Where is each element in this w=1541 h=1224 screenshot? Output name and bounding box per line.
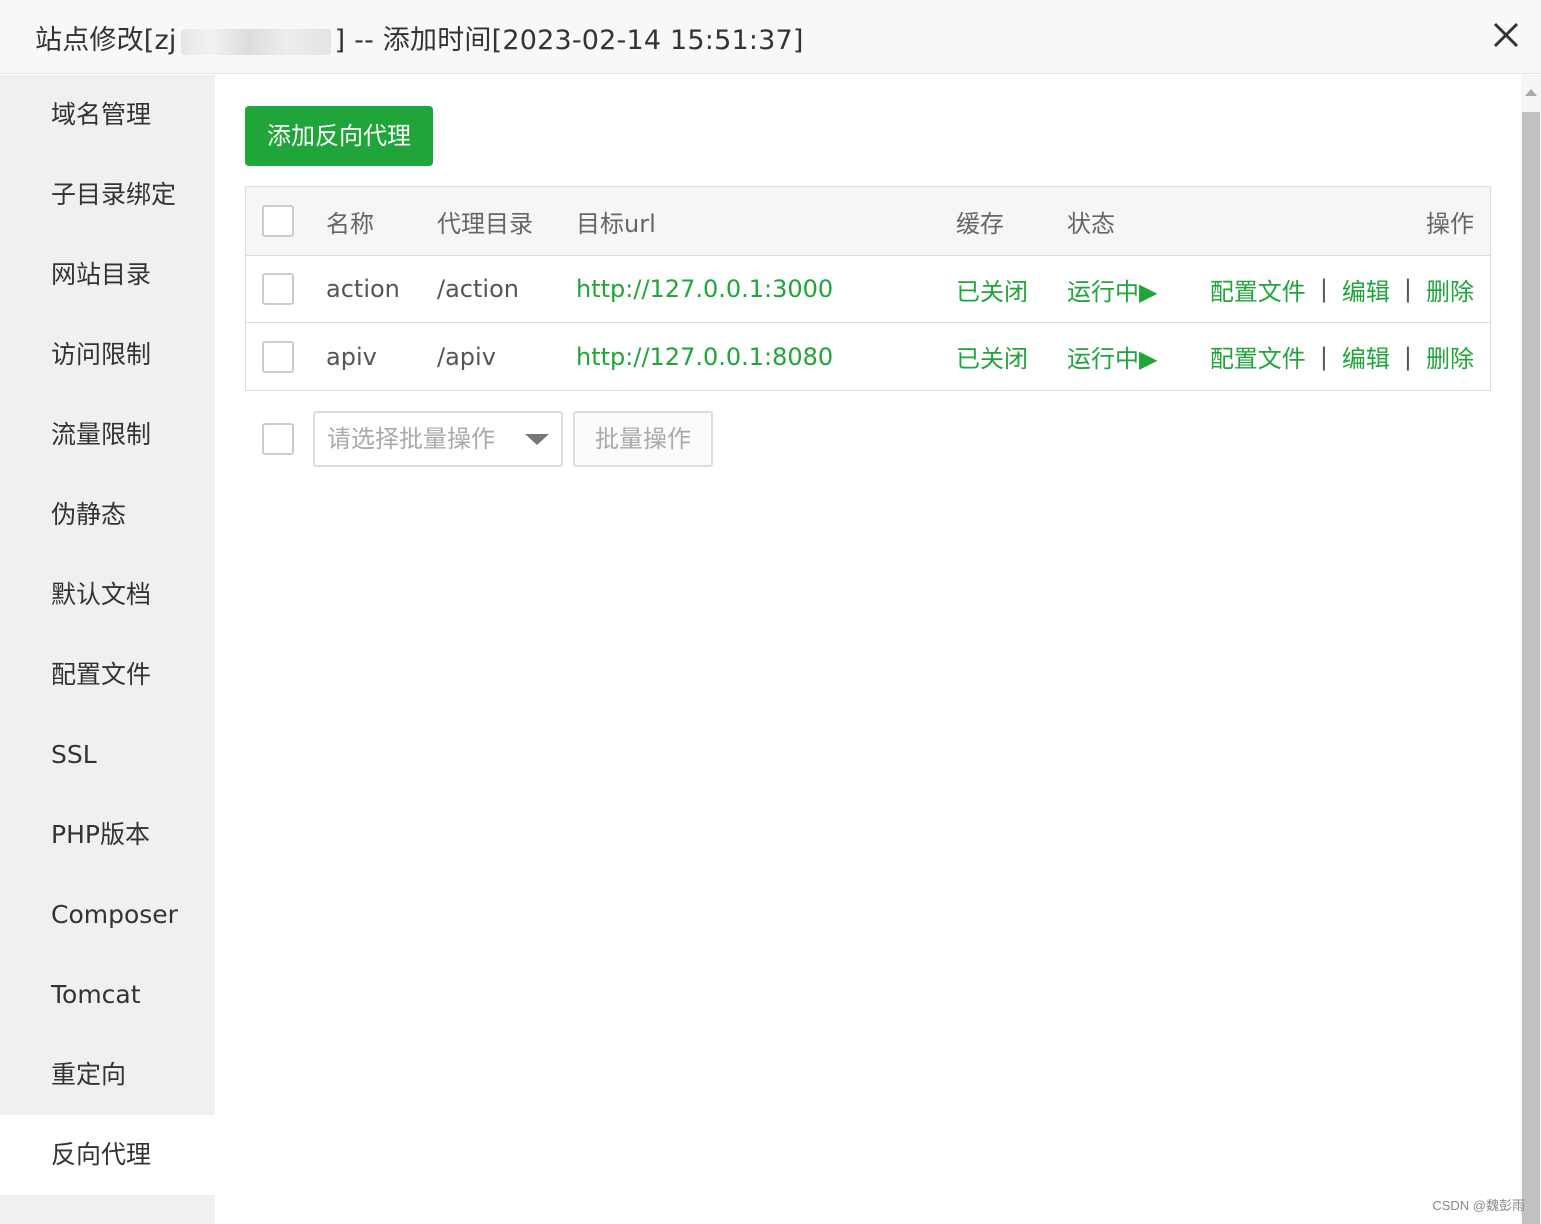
chevron-down-icon	[525, 434, 549, 445]
scroll-up-arrow-icon[interactable]	[1525, 89, 1537, 96]
row-checkbox[interactable]	[262, 340, 294, 373]
delete-link[interactable]: 删除	[1426, 272, 1474, 307]
vertical-scrollbar[interactable]	[1521, 75, 1541, 1224]
ops-separator: |	[1403, 342, 1412, 371]
row-name: action	[326, 275, 400, 303]
batch-toolbar: 请选择批量操作 批量操作	[262, 411, 722, 467]
sidebar-item-tomcat[interactable]: Tomcat	[0, 955, 215, 1035]
row-status-toggle[interactable]: 运行中▶	[1067, 256, 1157, 322]
table-row: action /action http://127.0.0.1:3000 已关闭…	[246, 256, 1490, 323]
sidebar-item-subdir-binding[interactable]: 子目录绑定	[0, 155, 215, 235]
row-cache-toggle[interactable]: 已关闭	[956, 256, 1028, 322]
edit-link[interactable]: 编辑	[1342, 339, 1390, 374]
ops-separator: |	[1403, 275, 1412, 303]
table-row: apiv /apiv http://127.0.0.1:8080 已关闭 运行中…	[246, 323, 1490, 390]
batch-action-select[interactable]: 请选择批量操作	[313, 411, 563, 467]
sidebar-item-domain[interactable]: 域名管理	[0, 75, 215, 155]
row-proxy-dir: /apiv	[437, 342, 496, 371]
row-target-url: http://127.0.0.1:8080	[576, 342, 834, 371]
header-proxy-dir: 代理目录	[437, 209, 533, 238]
sidebar-item-ssl[interactable]: SSL	[0, 715, 215, 795]
settings-sidebar: 域名管理 子目录绑定 网站目录 访问限制 流量限制 伪静态 默认文档 配置文件 …	[0, 75, 215, 1224]
sidebar-item-composer[interactable]: Composer	[0, 875, 215, 955]
row-checkbox-cell	[262, 323, 294, 390]
row-target-url: http://127.0.0.1:3000	[576, 275, 834, 303]
row-status-toggle[interactable]: 运行中▶	[1067, 323, 1157, 390]
row-operations: 配置文件 | 编辑 | 删除	[1210, 323, 1474, 390]
sidebar-item-config-file[interactable]: 配置文件	[0, 635, 215, 715]
batch-select-placeholder: 请选择批量操作	[327, 425, 495, 453]
batch-action-button[interactable]: 批量操作	[573, 411, 713, 467]
row-checkbox[interactable]	[262, 273, 294, 305]
redacted-domain	[180, 28, 331, 55]
table-header-row: 名称 代理目录 目标url 缓存 状态 操作	[246, 187, 1490, 256]
dialog-title: 站点修改[zj ] -- 添加时间[2023-02-14 15:51:37]	[35, 18, 804, 57]
sidebar-item-site-dir[interactable]: 网站目录	[0, 235, 215, 315]
select-all-cell	[262, 187, 294, 255]
sidebar-item-access-limit[interactable]: 访问限制	[0, 315, 215, 395]
header-name: 名称	[326, 209, 374, 238]
row-operations: 配置文件 | 编辑 | 删除	[1210, 256, 1474, 322]
row-cache-toggle[interactable]: 已关闭	[956, 323, 1028, 390]
add-reverse-proxy-button[interactable]: 添加反向代理	[245, 106, 433, 166]
header-status: 状态	[1067, 209, 1115, 238]
scrollbar-thumb[interactable]	[1522, 112, 1540, 1224]
sidebar-item-traffic-limit[interactable]: 流量限制	[0, 395, 215, 475]
config-file-link[interactable]: 配置文件	[1210, 272, 1306, 307]
header-target-url: 目标url	[576, 209, 656, 238]
sidebar-item-rewrite[interactable]: 伪静态	[0, 475, 215, 555]
title-suffix: ] -- 添加时间[2023-02-14 15:51:37]	[334, 25, 804, 56]
close-icon[interactable]	[1491, 20, 1521, 50]
main-panel: 添加反向代理 名称 代理目录 目标url 缓存 状态 操作 action /ac…	[215, 75, 1521, 1224]
select-all-checkbox[interactable]	[262, 205, 294, 237]
batch-select-all-checkbox[interactable]	[262, 423, 294, 455]
sidebar-item-php-version[interactable]: PHP版本	[0, 795, 215, 875]
watermark: CSDN @魏彭雨	[1432, 1198, 1525, 1213]
sidebar-item-redirect[interactable]: 重定向	[0, 1035, 215, 1115]
proxy-table: 名称 代理目录 目标url 缓存 状态 操作 action /action ht…	[245, 186, 1491, 391]
dialog-titlebar: 站点修改[zj ] -- 添加时间[2023-02-14 15:51:37]	[0, 0, 1541, 74]
sidebar-item-reverse-proxy[interactable]: 反向代理	[0, 1115, 215, 1195]
row-proxy-dir: /action	[437, 275, 519, 303]
ops-separator: |	[1319, 275, 1328, 303]
row-checkbox-cell	[262, 256, 294, 322]
config-file-link[interactable]: 配置文件	[1210, 339, 1306, 374]
edit-link[interactable]: 编辑	[1342, 272, 1390, 307]
ops-separator: |	[1319, 342, 1328, 371]
title-prefix: 站点修改[zj	[35, 25, 177, 56]
sidebar-item-default-doc[interactable]: 默认文档	[0, 555, 215, 635]
delete-link[interactable]: 删除	[1426, 339, 1474, 374]
row-name: apiv	[326, 342, 377, 371]
header-operations: 操作	[1426, 209, 1474, 238]
header-cache: 缓存	[956, 209, 1004, 238]
